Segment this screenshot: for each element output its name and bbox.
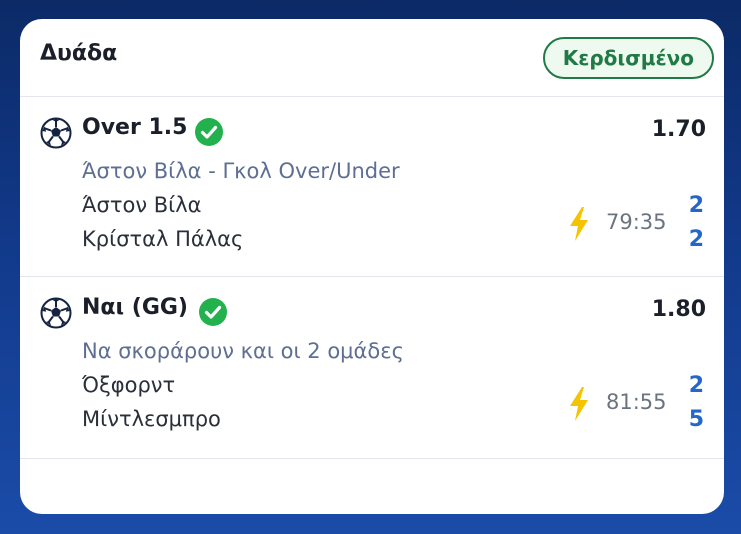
selection-item[interactable]: Ναι (GG) 1.80 Να σκοράρουν και οι 2 ομάδ…: [20, 277, 724, 459]
selection-odds: 1.80: [651, 297, 706, 322]
soccer-ball-icon: [40, 297, 72, 329]
home-team: Όξφορντ: [82, 373, 176, 397]
lightning-bolt-icon: [570, 387, 588, 421]
check-circle-icon: [195, 118, 223, 146]
market-name: Ναι (GG): [82, 295, 188, 320]
away-team: Κρίσταλ Πάλας: [82, 227, 244, 251]
selection-item[interactable]: Over 1.5 1.70 Άστον Βίλα - Γκολ Over/Und…: [20, 97, 724, 277]
selection-odds: 1.70: [651, 117, 706, 142]
bet-card: Δυάδα Κερδισμένο Over 1.5 1.70 Άστον Βίλ…: [20, 19, 724, 514]
check-circle-icon: [199, 298, 227, 326]
match-time: 79:35: [606, 210, 667, 234]
market-name: Over 1.5: [82, 115, 188, 140]
match-time: 81:55: [606, 390, 667, 414]
bet-card-header: Δυάδα Κερδισμένο: [20, 19, 724, 97]
soccer-ball-icon: [40, 117, 72, 149]
home-score: 2: [688, 193, 704, 218]
market-description: Άστον Βίλα - Γκολ Over/Under: [82, 159, 400, 183]
market-description: Να σκοράρουν και οι 2 ομάδες: [82, 339, 404, 363]
away-score: 2: [688, 227, 704, 252]
away-score: 5: [688, 407, 704, 432]
lightning-bolt-icon: [570, 207, 588, 241]
home-team: Άστον Βίλα: [82, 193, 202, 217]
home-score: 2: [688, 373, 704, 398]
bet-type-title: Δυάδα: [40, 41, 118, 66]
status-badge: Κερδισμένο: [542, 37, 714, 79]
away-team: Μίντλεσμπρο: [82, 407, 221, 431]
